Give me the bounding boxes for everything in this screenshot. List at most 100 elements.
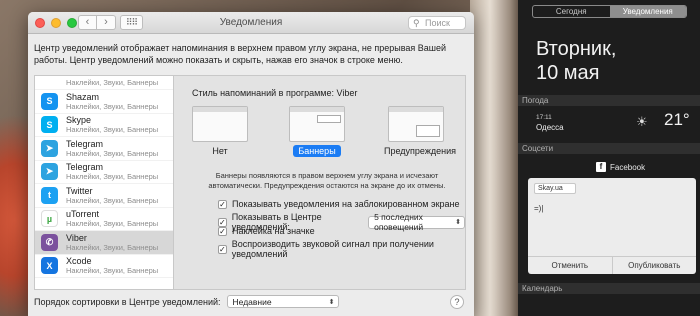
post-text-input[interactable]: =)| bbox=[534, 204, 543, 213]
title-bar: ‹ › ⠿⠿ Уведомления ⚲ Поиск bbox=[28, 12, 474, 34]
facebook-post-card: Skay.ua =)| Отменить Опубликовать bbox=[528, 178, 696, 274]
app-text: uTorrent Наклейки, Звуки, Баннеры bbox=[66, 209, 158, 228]
app-text: Shazam Наклейки, Звуки, Баннеры bbox=[66, 92, 158, 111]
tab-today[interactable]: Сегодня bbox=[533, 6, 610, 17]
app-name: Twitter bbox=[66, 185, 93, 196]
select-arrows-icon: ⬍ bbox=[455, 219, 461, 226]
app-list-item[interactable]: ➤ Telegram Наклейки, Звуки, Баннеры bbox=[35, 161, 173, 184]
app-alert-summary: Наклейки, Звуки, Баннеры bbox=[66, 172, 159, 182]
weather-section-header: Погода bbox=[518, 95, 700, 106]
checkbox-badge-box[interactable]: ✓ bbox=[218, 226, 227, 236]
search-input[interactable]: ⚲ Поиск bbox=[408, 16, 466, 30]
notification-center: Сегодня Уведомления Вторник, 10 мая Пого… bbox=[518, 0, 700, 316]
app-list[interactable]: Наклейки, Звуки, Баннеры S Shazam Наклейки,… bbox=[34, 75, 174, 290]
app-text: Наклейки, Звуки, Баннеры bbox=[66, 78, 158, 87]
checkbox-badge-label: Наклейка на значке bbox=[232, 226, 315, 236]
app-icon: µ bbox=[41, 210, 58, 228]
app-name: Skype bbox=[66, 115, 92, 126]
checkbox-badge[interactable]: ✓ Наклейка на значке bbox=[218, 226, 315, 236]
weather-time: 17:11 bbox=[536, 114, 552, 121]
alert-style-label: Стиль напоминаний в программе: Viber bbox=[192, 88, 358, 98]
app-alert-summary: Наклейки, Звуки, Баннеры bbox=[66, 266, 159, 276]
app-icon: X bbox=[41, 257, 58, 275]
post-link-chip[interactable]: Skay.ua bbox=[534, 183, 576, 194]
cancel-post-button[interactable]: Отменить bbox=[528, 257, 612, 274]
facebook-icon: f bbox=[596, 162, 606, 172]
style-option-alerts[interactable]: Предупреждения bbox=[384, 106, 456, 157]
style-option-none[interactable]: Нет bbox=[192, 106, 248, 157]
app-list-item[interactable]: S Shazam Наклейки, Звуки, Баннеры bbox=[35, 90, 173, 114]
app-alert-summary: Наклейки, Звуки, Баннеры bbox=[66, 242, 159, 252]
checkbox-lock-screen-label: Показывать уведомления на заблокированно… bbox=[232, 199, 460, 209]
weather-temperature: 21° bbox=[664, 110, 690, 129]
style-none-label: Нет bbox=[212, 146, 228, 156]
sort-order-value: Недавние bbox=[232, 296, 272, 307]
app-list-item[interactable]: ✆ Viber Наклейки, Звуки, Баннеры bbox=[35, 231, 173, 255]
app-name: Xcode bbox=[66, 256, 92, 267]
recent-count-select[interactable]: 5 последних оповещений ⬍ bbox=[368, 212, 465, 232]
post-actions: Отменить Опубликовать bbox=[528, 256, 696, 274]
description-text: Центр уведомлений отображает напоминания… bbox=[34, 43, 447, 65]
partly-sunny-icon: ☀ bbox=[636, 114, 648, 129]
nc-date: 10 мая bbox=[536, 62, 600, 84]
search-placeholder: Поиск bbox=[425, 18, 450, 28]
app-list-item[interactable]: X Xcode Наклейки, Звуки, Баннеры bbox=[35, 255, 173, 278]
app-text: Twitter Наклейки, Звуки, Баннеры bbox=[66, 186, 158, 205]
style-option-banners[interactable]: Баннеры bbox=[289, 106, 345, 157]
app-alert-summary: Наклейки, Звуки, Баннеры bbox=[66, 125, 159, 135]
app-text: Viber Наклейки, Звуки, Баннеры bbox=[66, 233, 158, 252]
sort-order-select[interactable]: Недавние ⬍ bbox=[226, 295, 339, 308]
checkbox-lock-screen[interactable]: ✓ Показывать уведомления на заблокирован… bbox=[218, 199, 460, 209]
facebook-header: f Facebook bbox=[596, 162, 645, 172]
app-icon: t bbox=[41, 186, 58, 204]
app-name: Telegram bbox=[66, 162, 104, 173]
app-list-item[interactable]: µ uTorrent Наклейки, Звуки, Баннеры bbox=[35, 208, 173, 231]
calendar-section-header: Календарь bbox=[518, 283, 700, 294]
app-icon: S bbox=[41, 116, 58, 134]
app-alert-summary: Наклейки, Звуки, Баннеры bbox=[66, 195, 159, 205]
style-alerts-preview bbox=[388, 106, 444, 142]
style-banners-preview bbox=[289, 106, 345, 142]
select-arrows-icon: ⬍ bbox=[328, 298, 335, 306]
app-alert-summary: Наклейки, Звуки, Баннеры bbox=[66, 148, 159, 158]
help-button[interactable]: ? bbox=[450, 295, 464, 309]
app-text: Skype Наклейки, Звуки, Баннеры bbox=[66, 115, 158, 134]
app-text: Xcode Наклейки, Звуки, Баннеры bbox=[66, 256, 158, 275]
wallpaper-detail bbox=[470, 0, 520, 316]
app-icon: S bbox=[41, 92, 58, 110]
app-list-item[interactable]: ➤ Telegram Наклейки, Звуки, Баннеры bbox=[35, 137, 173, 161]
checkbox-lock-screen-box[interactable]: ✓ bbox=[218, 199, 227, 209]
app-alert-summary: Наклейки, Звуки, Баннеры bbox=[66, 78, 159, 87]
style-none-preview bbox=[192, 106, 248, 142]
style-banners-label: Баннеры bbox=[293, 145, 341, 157]
app-name: uTorrent bbox=[66, 209, 100, 220]
recent-count-value: 5 последних оповещений bbox=[374, 212, 424, 232]
app-list-item[interactable]: S Skype Наклейки, Звуки, Баннеры bbox=[35, 114, 173, 137]
nc-tabs: Сегодня Уведомления bbox=[532, 5, 687, 18]
app-name: Telegram bbox=[66, 138, 104, 149]
app-settings-panel: Стиль напоминаний в программе: Viber Нет… bbox=[174, 75, 466, 290]
search-icon: ⚲ bbox=[413, 18, 420, 28]
app-icon: ✆ bbox=[41, 233, 58, 251]
social-section-header: Соцсети bbox=[518, 143, 700, 154]
nc-day: Вторник, bbox=[536, 38, 617, 60]
weather-city: Одесса bbox=[536, 123, 564, 132]
app-name: Shazam bbox=[66, 91, 100, 102]
style-note: Баннеры появляются в правом верхнем углу… bbox=[208, 171, 446, 190]
checkbox-sound-label: Воспроизводить звуковой сигнал при получ… bbox=[231, 239, 434, 259]
tab-notifications[interactable]: Уведомления bbox=[609, 6, 686, 17]
app-list-item[interactable]: Наклейки, Звуки, Баннеры bbox=[35, 76, 173, 90]
app-list-item[interactable]: t Twitter Наклейки, Звуки, Баннеры bbox=[35, 184, 173, 208]
app-name: Viber bbox=[66, 232, 87, 243]
sort-order-label: Порядок сортировки в Центре уведомлений: bbox=[34, 296, 221, 307]
app-alert-summary: Наклейки, Звуки, Баннеры bbox=[66, 101, 159, 111]
style-alerts-label: Предупреждения bbox=[384, 146, 456, 156]
sort-order-row: Порядок сортировки в Центре уведомлений:… bbox=[34, 295, 339, 308]
app-alert-summary: Наклейки, Звуки, Баннеры bbox=[66, 219, 159, 229]
checkbox-sound-box[interactable]: ✓ bbox=[218, 244, 227, 254]
app-text: Telegram Наклейки, Звуки, Баннеры bbox=[66, 162, 158, 181]
publish-post-button[interactable]: Опубликовать bbox=[611, 257, 697, 274]
app-icon: ➤ bbox=[41, 163, 58, 181]
notifications-preferences-window: ‹ › ⠿⠿ Уведомления ⚲ Поиск Центр уведомл… bbox=[28, 12, 474, 316]
checkbox-sound[interactable]: ✓ Воспроизводить звуковой сигнал при пол… bbox=[218, 239, 465, 259]
